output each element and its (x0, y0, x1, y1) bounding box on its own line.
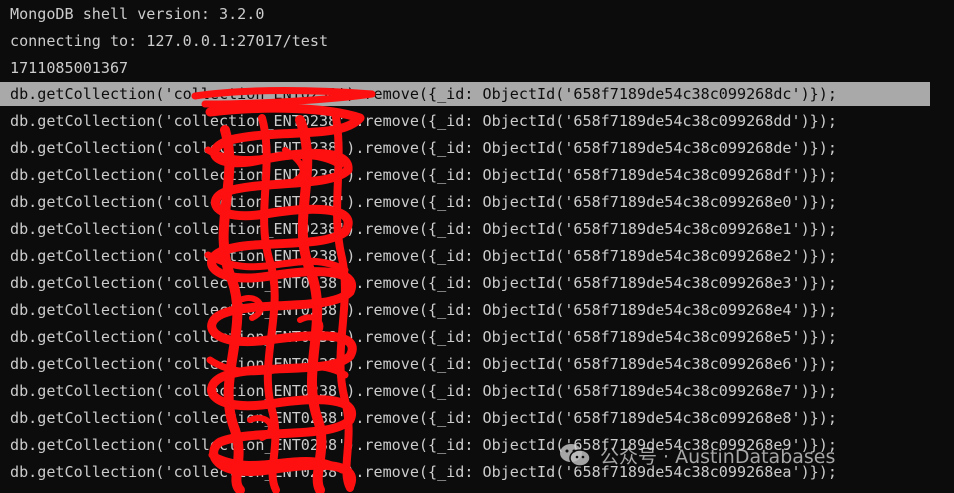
wechat-icon (560, 444, 591, 467)
shell-version-line: MongoDB shell version: 3.2.0 (10, 5, 265, 23)
command-line: db.getCollection('collection_ENT0238').r… (10, 301, 837, 319)
command-line: db.getCollection('collection_ENT0238').r… (10, 382, 837, 400)
timestamp-line: 1711085001367 (10, 59, 129, 77)
command-line-selected[interactable]: db.getCollection('collection_ENT0238').r… (0, 82, 930, 106)
command-line: db.getCollection('collection_ENT0238').r… (10, 328, 837, 346)
watermark: 公众号 · AustinDatabases (558, 440, 835, 470)
command-line: db.getCollection('collection_ENT0238').r… (10, 355, 837, 373)
terminal-window[interactable]: MongoDB shell version: 3.2.0 connecting … (0, 0, 954, 493)
command-line: db.getCollection('collection_ENT0238').r… (10, 166, 837, 184)
connection-line: connecting to: 127.0.0.1:27017/test (10, 32, 329, 50)
command-line: db.getCollection('collection_ENT0238').r… (10, 409, 837, 427)
command-line: db.getCollection('collection_ENT0238').r… (10, 274, 837, 292)
command-line: db.getCollection('collection_ENT0238').r… (10, 220, 837, 238)
command-line: db.getCollection('collection_ENT0238').r… (10, 139, 837, 157)
command-line: db.getCollection('collection_ENT0238').r… (10, 112, 837, 130)
watermark-text: 公众号 · AustinDatabases (600, 445, 836, 468)
command-line: db.getCollection('collection_ENT0238').r… (10, 193, 837, 211)
command-line: db.getCollection('collection_ENT0238').r… (10, 247, 837, 265)
